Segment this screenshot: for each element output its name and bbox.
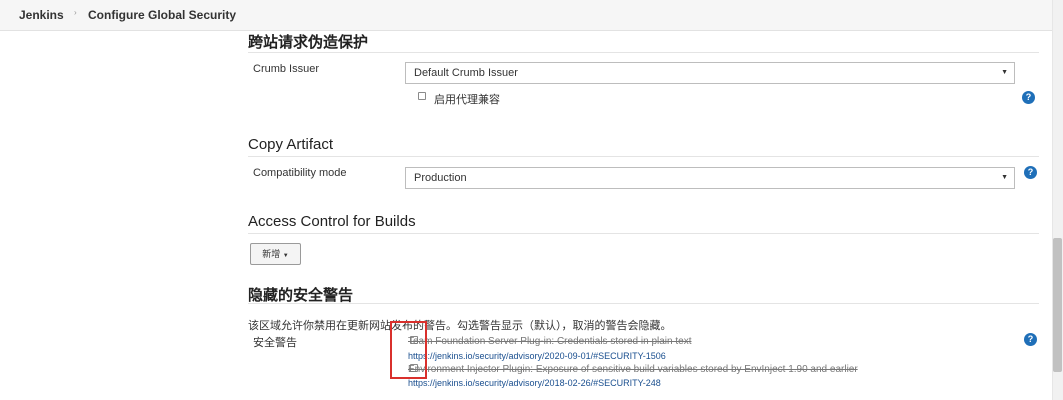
security-warnings-label: 安全警告 [253,337,297,349]
breadcrumb-current[interactable]: Configure Global Security [88,8,236,22]
warning-advisory-link[interactable]: https://jenkins.io/security/advisory/202… [408,351,666,361]
add-button[interactable]: 新增 ▼ [250,243,301,265]
chevron-right-icon: › [74,8,77,17]
proxy-compat-label: 启用代理兼容 [434,94,500,106]
crumb-issuer-select[interactable]: Default Crumb Issuer ▼ [405,62,1015,84]
breadcrumb-jenkins-link[interactable]: Jenkins [19,8,64,22]
warning-text: Team Foundation Server Plug-in: Credenti… [408,336,692,347]
compatibility-mode-label: Compatibility mode [253,167,347,179]
warning-advisory-link[interactable]: https://jenkins.io/security/advisory/201… [408,378,661,388]
access-control-section-title: Access Control for Builds [248,213,416,230]
section-divider [248,303,1039,304]
warning-text: Environment Injector Plugin: Exposure of… [408,364,858,375]
hidden-warnings-section-title: 隐藏的安全警告 [248,287,354,304]
add-button-label: 新增 [262,249,281,259]
help-icon[interactable]: ? [1024,333,1037,346]
crumb-issuer-label: Crumb Issuer [253,63,320,75]
breadcrumb-bar: Jenkins › Configure Global Security [0,0,1063,31]
dropdown-caret-icon: ▼ [1001,174,1008,181]
hidden-warnings-description: 该区域允许你禁用在更新网站发布的警告。勾选警告显示（默认），取消的警告会隐藏。 [248,320,672,332]
chevron-down-icon: ▼ [282,253,289,259]
compatibility-mode-select[interactable]: Production ▼ [405,167,1015,189]
highlight-box [390,321,427,379]
crumb-issuer-value: Default Crumb Issuer [414,67,518,79]
help-icon[interactable]: ? [1024,166,1037,179]
dropdown-caret-icon: ▼ [1001,69,1008,76]
scrollbar-thumb[interactable] [1053,238,1062,372]
csrf-section-title: 跨站请求伪造保护 [248,34,369,51]
section-divider [248,156,1039,157]
section-divider [248,52,1039,53]
proxy-compat-checkbox[interactable] [418,92,426,100]
help-icon[interactable]: ? [1022,91,1035,104]
section-divider [248,233,1039,234]
copy-artifact-section-title: Copy Artifact [248,136,334,153]
compatibility-mode-value: Production [414,172,467,184]
